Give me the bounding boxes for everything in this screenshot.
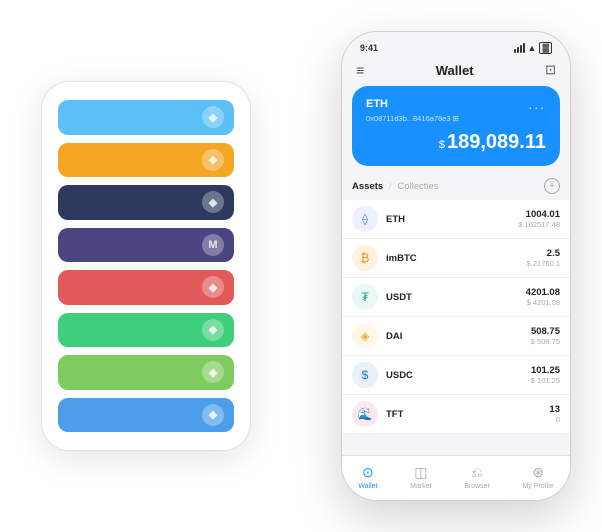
time-label: 9:41 [360, 43, 378, 53]
card-row-1[interactable]: ◆ [58, 143, 234, 178]
card-row-4[interactable]: ◆ [58, 270, 234, 305]
card-icon-2: ◆ [202, 191, 224, 213]
nav-label-wallet: Wallet [358, 483, 377, 490]
asset-item-tft[interactable]: 🌊 TFT130 [342, 395, 570, 434]
menu-icon[interactable]: ≡ [356, 62, 364, 78]
card-row-7[interactable]: ◆ [58, 398, 234, 433]
asset-secondary-amount: $ 21760.1 [527, 259, 560, 268]
wallet-balance: $189,089.11 [366, 131, 546, 154]
asset-secondary-amount: $ 508.75 [531, 337, 560, 346]
nav-label-my-profile: My Profile [523, 483, 554, 490]
asset-amounts-eth: 1004.01$ 162517.48 [518, 209, 560, 229]
asset-secondary-amount: 0 [549, 415, 560, 424]
card-row-3[interactable]: M [58, 228, 234, 263]
asset-primary-amount: 101.25 [531, 365, 560, 376]
card-row-5[interactable]: ◆ [58, 313, 234, 348]
nav-icon-my-profile: ⊛ [532, 464, 544, 481]
card-icon-3: M [202, 234, 224, 256]
card-icon-5: ◆ [202, 319, 224, 341]
balance-amount: 189,089.11 [447, 131, 546, 153]
card-icon-7: ◆ [202, 404, 224, 426]
card-row-0[interactable]: ◆ [58, 100, 234, 135]
asset-secondary-amount: $ 4201.08 [526, 298, 560, 307]
add-asset-button[interactable]: + [544, 178, 560, 194]
tab-divider: / [389, 182, 391, 191]
asset-name-usdt: USDT [386, 292, 526, 303]
wallet-address: 0x08711d3b...8416a78e3 ⊞ [366, 114, 546, 123]
asset-secondary-amount: $ 101.25 [531, 376, 560, 385]
card-row-6[interactable]: ◆ [58, 355, 234, 390]
asset-amounts-usdc: 101.25$ 101.25 [531, 365, 560, 385]
asset-name-eth: ETH [386, 214, 518, 225]
asset-icon-usdc: $ [352, 362, 378, 388]
signal-icon [514, 43, 525, 53]
asset-amounts-imbtc: 2.5$ 21760.1 [527, 248, 560, 268]
assets-tabs: Assets / Collecties [352, 181, 439, 192]
tab-collecties[interactable]: Collecties [397, 181, 438, 192]
asset-primary-amount: 4201.08 [526, 287, 560, 298]
wallet-eth-label: ETH [366, 98, 388, 110]
wallet-card: ETH ... 0x08711d3b...8416a78e3 ⊞ $189,08… [352, 86, 560, 166]
nav-icon-wallet: ⊙ [362, 464, 374, 481]
asset-amounts-usdt: 4201.08$ 4201.08 [526, 287, 560, 307]
scan-icon[interactable]: ⊡ [545, 62, 556, 78]
asset-primary-amount: 13 [549, 404, 560, 415]
card-icon-6: ◆ [202, 361, 224, 383]
asset-icon-usdt: ₮ [352, 284, 378, 310]
status-icons: ▲ ▓ [514, 42, 552, 54]
asset-amounts-tft: 130 [549, 404, 560, 424]
asset-item-dai[interactable]: ◈ DAI508.75$ 508.75 [342, 317, 570, 356]
asset-secondary-amount: $ 162517.48 [518, 220, 560, 229]
nav-item-wallet[interactable]: ⊙ Wallet [358, 464, 377, 490]
currency-symbol: $ [439, 139, 445, 151]
asset-primary-amount: 2.5 [527, 248, 560, 259]
asset-icon-tft: 🌊 [352, 401, 378, 427]
asset-name-usdc: USDC [386, 370, 531, 381]
asset-item-usdt[interactable]: ₮ USDT4201.08$ 4201.08 [342, 278, 570, 317]
back-phone: ◆ ◆ ◆ M ◆ ◆ ◆ ◆ [41, 81, 251, 451]
nav-label-browser: Browser [464, 483, 490, 490]
asset-amounts-dai: 508.75$ 508.75 [531, 326, 560, 346]
asset-name-dai: DAI [386, 331, 531, 342]
phone-header: ≡ Wallet ⊡ [342, 58, 570, 86]
card-icon-1: ◆ [202, 149, 224, 171]
nav-label-market: Market [410, 483, 431, 490]
wallet-more-icon[interactable]: ... [528, 96, 546, 112]
nav-item-my-profile[interactable]: ⊛ My Profile [523, 464, 554, 490]
asset-name-imbtc: imBTC [386, 253, 527, 264]
asset-item-eth[interactable]: ⟠ ETH1004.01$ 162517.48 [342, 200, 570, 239]
asset-name-tft: TFT [386, 409, 549, 420]
nav-item-browser[interactable]: ⎌ Browser [464, 464, 490, 490]
scene: ◆ ◆ ◆ M ◆ ◆ ◆ ◆ 9:41 ▲ ▓ ≡ Wallet ⊡ [11, 11, 591, 521]
nav-item-market[interactable]: ◫ Market [410, 464, 431, 490]
battery-icon: ▓ [539, 42, 552, 54]
asset-primary-amount: 508.75 [531, 326, 560, 337]
nav-icon-browser: ⎌ [471, 464, 482, 481]
asset-icon-eth: ⟠ [352, 206, 378, 232]
phone-content: ETH ... 0x08711d3b...8416a78e3 ⊞ $189,08… [342, 86, 570, 455]
asset-icon-imbtc: ₿ [352, 245, 378, 271]
front-phone: 9:41 ▲ ▓ ≡ Wallet ⊡ ETH [341, 31, 571, 501]
nav-icon-market: ◫ [414, 464, 427, 481]
wallet-card-header: ETH ... [366, 96, 546, 112]
bottom-nav: ⊙ Wallet ◫ Market ⎌ Browser ⊛ My Profile [342, 455, 570, 500]
asset-list: ⟠ ETH1004.01$ 162517.48 ₿ imBTC2.5$ 21760.1… [342, 200, 570, 455]
card-icon-4: ◆ [202, 276, 224, 298]
asset-item-usdc[interactable]: $ USDC101.25$ 101.25 [342, 356, 570, 395]
card-row-2[interactable]: ◆ [58, 185, 234, 220]
card-icon-0: ◆ [202, 106, 224, 128]
header-title: Wallet [436, 63, 474, 78]
assets-header: Assets / Collecties + [342, 176, 570, 200]
asset-item-imbtc[interactable]: ₿ imBTC2.5$ 21760.1 [342, 239, 570, 278]
asset-icon-dai: ◈ [352, 323, 378, 349]
status-bar: 9:41 ▲ ▓ [342, 32, 570, 58]
tab-assets[interactable]: Assets [352, 181, 383, 192]
wifi-icon: ▲ [528, 43, 537, 53]
asset-primary-amount: 1004.01 [518, 209, 560, 220]
